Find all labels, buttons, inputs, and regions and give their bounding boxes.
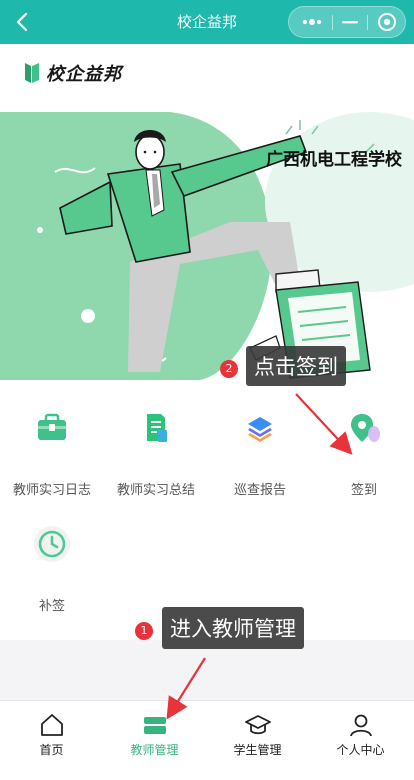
check-in-item[interactable]: 签到 — [312, 396, 414, 498]
tab-teacher-management[interactable]: 教师管理 — [103, 701, 206, 765]
school-name: 广西机电工程学校 — [266, 150, 402, 170]
teacher-internship-summary-item[interactable]: 教师实习总结 — [104, 396, 208, 498]
bottom-tabbar: 首页 教师管理 学生管理 个人中心 — [0, 700, 414, 780]
tab-label: 首页 — [39, 743, 64, 757]
briefcase-icon — [38, 413, 66, 440]
function-label: 巡查报告 — [233, 483, 286, 498]
tab-label: 教师管理 — [130, 743, 179, 757]
location-pin-icon — [351, 414, 380, 442]
tab-label: 个人中心 — [336, 743, 385, 757]
function-label: 教师实习日志 — [12, 483, 91, 498]
tab-home[interactable]: 首页 — [0, 701, 103, 765]
user-icon — [350, 714, 372, 737]
tab-personal-center[interactable]: 个人中心 — [309, 701, 412, 765]
teacher-internship-log-item[interactable]: 教师实习日志 — [0, 396, 104, 498]
function-label: 补签 — [38, 599, 65, 614]
content-spacer — [0, 640, 414, 700]
step-2-badge: 2 — [220, 360, 238, 378]
layers-icon — [248, 417, 272, 442]
tab-student-management[interactable]: 学生管理 — [206, 701, 309, 765]
make-up-sign-in-item[interactable]: 补签 — [0, 512, 104, 614]
step-2-callout: 点击签到 — [246, 346, 346, 386]
tab-label: 学生管理 — [233, 743, 282, 757]
step-1-badge: 1 — [135, 622, 153, 640]
book-logo-icon — [25, 63, 39, 83]
document-icon — [147, 414, 167, 442]
stack-icon — [144, 717, 166, 734]
step-1-callout: 进入教师管理 — [162, 607, 304, 649]
brand-logo: 校企益邦 — [22, 58, 122, 88]
logo-text: 校企益邦 — [46, 64, 122, 85]
clock-icon — [34, 526, 70, 562]
top-navbar: 校企益邦 — [0, 0, 414, 44]
target-circle-icon[interactable] — [373, 7, 401, 37]
capsule-divider — [332, 15, 333, 30]
minimize-icon[interactable] — [337, 7, 363, 37]
more-dots-icon[interactable] — [297, 7, 327, 37]
mini-program-capsule — [288, 6, 406, 38]
graduation-cap-icon — [245, 715, 271, 735]
capsule-divider — [367, 15, 368, 30]
function-label: 签到 — [350, 483, 377, 498]
banner-illustration: 广西机电工程学校 — [0, 112, 414, 380]
patrol-report-item[interactable]: 巡查报告 — [208, 396, 312, 498]
function-label: 教师实习总结 — [116, 483, 195, 498]
home-icon — [41, 714, 63, 736]
